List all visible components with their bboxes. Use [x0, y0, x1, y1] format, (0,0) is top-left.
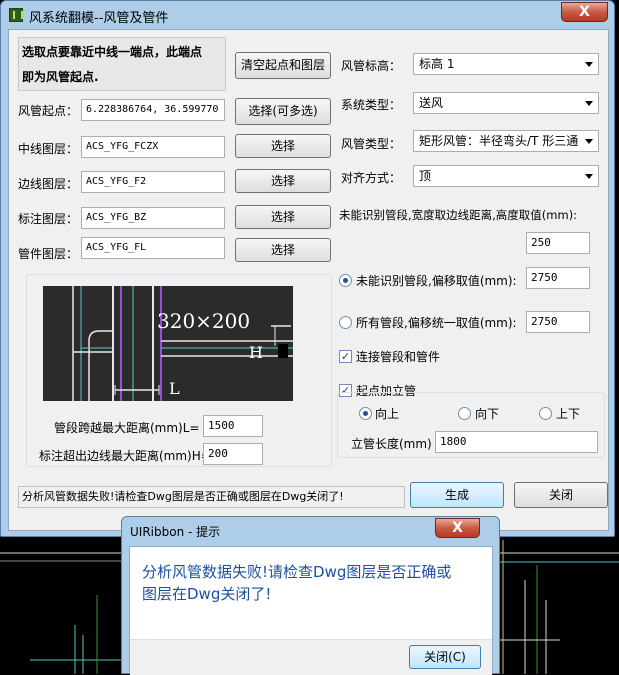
preview-height-label: H — [249, 343, 263, 362]
title-bar[interactable]: 风系统翻模--风管及管件 X — [1, 1, 614, 29]
window-title: 风系统翻模--风管及管件 — [29, 11, 169, 26]
riser-length-label: 立管长度(mm) — [351, 437, 432, 451]
select-edge-layer-button[interactable]: 选择 — [235, 169, 331, 193]
dialog-message-line-1: 分析风管数据失败!请检查Dwg图层是否正确或 — [142, 563, 452, 581]
duct-type-value: 矩形风管：半径弯头/T 形三通 — [419, 134, 579, 148]
elevation-select[interactable]: 标高 1 — [413, 53, 599, 75]
chevron-down-icon — [585, 139, 593, 144]
offset-unrecognized-field[interactable]: 2750 — [526, 267, 590, 289]
dialog-client: 分析风管数据失败!请检查Dwg图层是否正确或 图层在Dwg关闭了! 关闭(C) — [129, 546, 493, 675]
max-annot-field[interactable]: 200 — [203, 443, 263, 465]
dialog-message-line-2: 图层在Dwg关闭了! — [142, 585, 272, 603]
height-value-field[interactable]: 250 — [526, 232, 590, 254]
duct-type-select[interactable]: 矩形风管：半径弯头/T 形三通 — [413, 130, 599, 152]
annot-layer-label: 标注图层： — [18, 212, 79, 226]
radio-up-label: 向上 — [375, 407, 400, 421]
radio-all-label: 所有管段,偏移统一取值(mm): — [356, 316, 517, 330]
fitting-layer-field[interactable]: ACS_YFG_FL — [81, 237, 225, 259]
select-center-layer-button[interactable]: 选择 — [235, 134, 331, 158]
edge-layer-label: 边线图层： — [18, 177, 79, 191]
radio-down-label: 向下 — [475, 407, 500, 421]
preview-dim-text: 320×200 — [157, 309, 250, 333]
max-annot-label: 标注超出边线最大距离(mm)H= — [39, 449, 211, 463]
riser-length-field[interactable]: 1800 — [435, 431, 598, 453]
fitting-layer-label: 管件图层： — [18, 247, 79, 261]
main-dialog: 风系统翻模--风管及管件 X 选取点要靠近中线一端点，此端点 即为风管起点. 清… — [0, 0, 615, 537]
radio-down[interactable] — [458, 407, 471, 420]
system-type-select[interactable]: 送风 — [413, 92, 599, 114]
system-type-value: 送风 — [419, 96, 444, 110]
select-multi-button[interactable]: 选择(可多选) — [235, 98, 331, 125]
close-button[interactable]: 关闭 — [514, 482, 608, 508]
elevation-label: 风管标高： — [341, 59, 402, 73]
chevron-down-icon — [585, 174, 593, 179]
radio-unrecognized-label: 未能识别管段,偏移取值(mm): — [356, 274, 517, 288]
instruction-line-2: 即为风管起点. — [22, 70, 99, 84]
radio-up[interactable] — [359, 407, 372, 420]
edge-layer-field[interactable]: ACS_YFG_F2 — [81, 171, 225, 193]
status-text: 分析风管数据失败!请检查Dwg图层是否正确或图层在Dwg关闭了! — [18, 486, 405, 508]
annot-layer-field[interactable]: ACS_YFG_BZ — [81, 207, 225, 229]
dialog-close-button[interactable]: 关闭(C) — [409, 645, 481, 669]
unrecognized-note: 未能识别管段,宽度取边线距离,高度取值(mm): — [339, 208, 578, 222]
radio-unrecognized[interactable] — [339, 274, 352, 287]
instruction-line-1: 选取点要靠近中线一端点，此端点 — [22, 45, 203, 59]
preview-span-label: L — [169, 379, 180, 398]
start-point-label: 风管起点： — [18, 104, 79, 118]
max-span-field[interactable]: 1500 — [203, 415, 263, 437]
radio-updown[interactable] — [539, 407, 552, 420]
center-layer-field[interactable]: ACS_YFG_FCZX — [81, 136, 225, 158]
align-value: 顶 — [419, 169, 432, 183]
align-select[interactable]: 顶 — [413, 165, 599, 187]
preview-image: 320×200 L H — [43, 286, 293, 401]
instruction-box: 选取点要靠近中线一端点，此端点 即为风管起点. — [18, 37, 226, 91]
window-close-button[interactable]: X — [561, 2, 608, 22]
app-icon — [9, 8, 23, 22]
connect-checkbox[interactable]: ✓ — [339, 350, 352, 363]
select-fitting-layer-button[interactable]: 选择 — [235, 238, 331, 262]
radio-all[interactable] — [339, 316, 352, 329]
elevation-value: 标高 1 — [419, 57, 455, 71]
start-point-field[interactable]: 6.228386764, 36.599770 — [81, 99, 225, 121]
chevron-down-icon — [585, 101, 593, 106]
message-dialog: UIRibbon - 提示 X 分析风管数据失败!请检查Dwg图层是否正确或 图… — [121, 516, 500, 675]
dialog-client: 选取点要靠近中线一端点，此端点 即为风管起点. 清空起点和图层 风管起点： 6.… — [8, 29, 609, 531]
generate-button[interactable]: 生成 — [410, 482, 504, 508]
align-label: 对齐方式： — [341, 171, 402, 185]
system-type-label: 系统类型： — [341, 98, 402, 112]
chevron-down-icon — [585, 62, 593, 67]
dialog-title: UIRibbon - 提示 — [130, 525, 221, 539]
max-span-label: 管段跨越最大距离(mm)L= — [54, 421, 200, 435]
radio-updown-label: 上下 — [556, 407, 581, 421]
clear-start-and-layers-button[interactable]: 清空起点和图层 — [235, 52, 331, 79]
connect-label: 连接管段和管件 — [356, 350, 441, 364]
dialog-close-x-button[interactable]: X — [435, 518, 480, 538]
center-layer-label: 中线图层： — [18, 142, 79, 156]
offset-all-field[interactable]: 2750 — [526, 311, 590, 333]
dialog-button-bar: 关闭(C) — [130, 639, 492, 675]
select-annot-layer-button[interactable]: 选择 — [235, 205, 331, 229]
duct-type-label: 风管类型： — [341, 137, 402, 151]
